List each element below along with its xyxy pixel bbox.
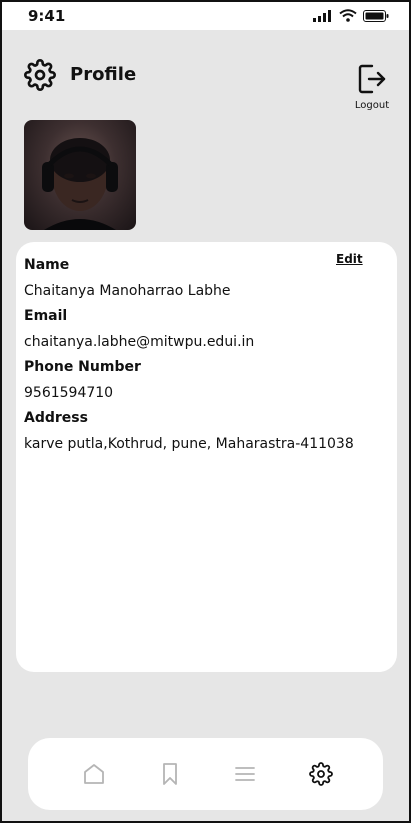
- settings-gear-icon: [24, 59, 56, 91]
- status-bar: 9:41: [2, 2, 409, 30]
- nav-menu[interactable]: [233, 762, 257, 786]
- battery-icon: [363, 9, 389, 22]
- address-value: karve putla,Kothrud, pune, Maharastra-41…: [24, 436, 354, 452]
- status-time: 9:41: [28, 7, 66, 25]
- profile-avatar: [24, 120, 136, 230]
- name-value: Chaitanya Manoharrao Labhe: [24, 283, 231, 299]
- signal-icon: [313, 9, 331, 22]
- bookmark-icon: [163, 763, 177, 785]
- phone-label: Phone Number: [24, 359, 141, 375]
- edit-button[interactable]: Edit: [336, 252, 363, 266]
- phone-frame: 9:41 Profile Logout Edit Name Chaitanya …: [0, 0, 411, 823]
- phone-value: 9561594710: [24, 385, 114, 401]
- nav-settings[interactable]: [309, 762, 333, 786]
- gear-icon: [309, 762, 333, 786]
- name-label: Name: [24, 257, 70, 273]
- page-title: Profile: [70, 64, 137, 85]
- email-label: Email: [24, 308, 68, 324]
- wifi-icon: [339, 9, 357, 22]
- logout-label: Logout: [354, 100, 390, 111]
- nav-bookmark[interactable]: [158, 762, 182, 786]
- logout-button[interactable]: Logout: [352, 64, 392, 111]
- address-label: Address: [24, 410, 88, 426]
- logout-icon: [358, 64, 386, 94]
- profile-details-card: Edit Name Chaitanya Manoharrao Labhe Ema…: [16, 242, 397, 672]
- home-icon: [84, 764, 104, 784]
- bottom-navigation: [28, 738, 383, 810]
- email-value: chaitanya.labhe@mitwpu.edui.in: [24, 334, 255, 350]
- status-icons: [313, 9, 389, 22]
- nav-home[interactable]: [82, 762, 106, 786]
- menu-icon: [235, 767, 255, 781]
